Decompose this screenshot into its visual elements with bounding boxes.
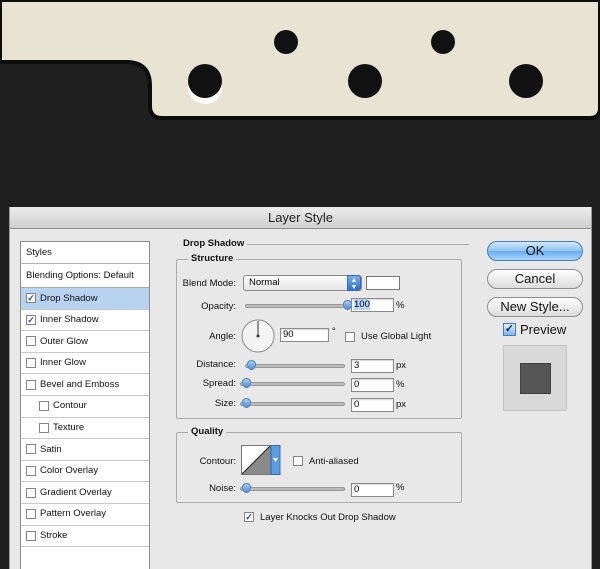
- styles-list-item[interactable]: Pattern Overlay: [21, 504, 149, 526]
- blend-mode-value: Normal: [249, 277, 280, 288]
- styles-list-item[interactable]: Bevel and Emboss: [21, 374, 149, 396]
- spread-unit: %: [396, 379, 405, 390]
- style-preview: [503, 345, 567, 411]
- anti-aliased-label: Anti-aliased: [309, 456, 359, 467]
- styles-list-item[interactable]: Color Overlay: [21, 461, 149, 483]
- distance-input[interactable]: 3: [351, 359, 394, 373]
- noise-label: Noise:: [209, 483, 236, 494]
- style-checkbox[interactable]: [26, 358, 36, 369]
- section-title: Drop Shadow: [183, 238, 248, 249]
- angle-dial-icon[interactable]: [240, 318, 276, 354]
- styles-list: Styles Blending Options: Default Drop Sh…: [20, 241, 150, 569]
- ok-button[interactable]: OK: [487, 241, 583, 261]
- noise-unit: %: [396, 482, 405, 493]
- size-input[interactable]: 0: [351, 398, 394, 412]
- canvas-artwork: [0, 0, 600, 210]
- shadow-color-swatch[interactable]: [366, 276, 400, 290]
- preview-label: Preview: [520, 322, 567, 337]
- distance-label: Distance:: [196, 359, 236, 370]
- opacity-label: Opacity:: [201, 301, 236, 312]
- size-label: Size:: [214, 398, 236, 409]
- structure-title: Structure: [188, 253, 237, 264]
- opacity-unit: %: [396, 300, 405, 311]
- use-global-light-label: Use Global Light: [361, 331, 432, 342]
- use-global-light-checkbox[interactable]: [345, 332, 355, 342]
- anti-aliased-checkbox[interactable]: [293, 456, 303, 466]
- size-slider[interactable]: [240, 398, 345, 408]
- preview-checkbox[interactable]: ✓: [503, 323, 516, 336]
- punch-hole: [431, 30, 455, 54]
- style-checkbox[interactable]: [26, 336, 36, 347]
- cancel-button[interactable]: Cancel: [487, 269, 583, 289]
- layer-knocks-out-label: Layer Knocks Out Drop Shadow: [260, 512, 396, 523]
- dialog-title: Layer Style: [10, 207, 591, 229]
- spread-input[interactable]: 0: [351, 378, 394, 392]
- blend-mode-label: Blend Mode:: [182, 278, 236, 289]
- punch-hole: [188, 64, 222, 98]
- style-checkbox[interactable]: [26, 509, 36, 520]
- punch-hole: [509, 64, 543, 98]
- blend-mode-select[interactable]: Normal ▲ ▼: [243, 275, 362, 291]
- punch-hole: [348, 64, 382, 98]
- new-style-button[interactable]: New Style...: [487, 297, 583, 317]
- style-checkbox[interactable]: [26, 314, 36, 325]
- spread-slider[interactable]: [240, 378, 345, 388]
- style-label: Inner Shadow: [40, 314, 99, 326]
- angle-label: Angle:: [209, 331, 236, 342]
- layer-knocks-out-checkbox[interactable]: [244, 512, 254, 522]
- styles-list-item[interactable]: Contour: [21, 396, 149, 418]
- style-checkbox[interactable]: [26, 293, 36, 304]
- blending-options-item[interactable]: Blending Options: Default: [21, 264, 149, 288]
- contour-label: Contour:: [199, 456, 236, 467]
- styles-list-item[interactable]: Outer Glow: [21, 331, 149, 353]
- style-label: Satin: [40, 443, 62, 455]
- styles-list-item[interactable]: Drop Shadow: [21, 288, 149, 310]
- styles-list-item[interactable]: Texture: [21, 418, 149, 440]
- style-label: Gradient Overlay: [40, 486, 112, 498]
- style-label: Color Overlay: [40, 465, 99, 477]
- style-checkbox[interactable]: [26, 487, 36, 498]
- distance-slider[interactable]: [245, 360, 345, 370]
- style-label: Bevel and Emboss: [40, 378, 120, 390]
- styles-list-item[interactable]: Inner Shadow: [21, 310, 149, 332]
- updown-arrows-icon: ▲ ▼: [347, 275, 361, 291]
- section-rule: [247, 244, 469, 245]
- punch-hole: [274, 30, 298, 54]
- style-label: Inner Glow: [40, 357, 86, 369]
- styles-header[interactable]: Styles: [21, 242, 149, 264]
- styles-list-item[interactable]: Gradient Overlay: [21, 482, 149, 504]
- opacity-slider[interactable]: [245, 300, 352, 310]
- angle-input[interactable]: 90: [280, 328, 329, 342]
- style-label: Stroke: [40, 530, 68, 542]
- style-label: Texture: [53, 422, 85, 434]
- spread-label: Spread:: [202, 378, 236, 389]
- noise-input[interactable]: 0: [351, 483, 394, 497]
- opacity-input[interactable]: 100: [351, 298, 394, 312]
- style-checkbox[interactable]: [39, 422, 49, 433]
- styles-list-item[interactable]: Satin: [21, 439, 149, 461]
- style-label: Contour: [53, 400, 87, 412]
- style-checkbox[interactable]: [26, 530, 36, 541]
- size-unit: px: [396, 399, 407, 410]
- contour-curve-icon[interactable]: [241, 445, 281, 475]
- style-checkbox[interactable]: [26, 379, 36, 390]
- style-label: Drop Shadow: [40, 292, 98, 304]
- quality-title: Quality: [188, 426, 227, 437]
- noise-slider[interactable]: [240, 483, 345, 493]
- styles-list-item[interactable]: Inner Glow: [21, 353, 149, 375]
- style-label: Outer Glow: [40, 335, 89, 347]
- preview-swatch: [520, 363, 551, 394]
- distance-unit: px: [396, 360, 407, 371]
- degree-unit: °: [332, 326, 336, 337]
- layer-style-dialog: Layer Style Styles Blending Options: Def…: [9, 207, 592, 569]
- style-checkbox[interactable]: [26, 466, 36, 477]
- styles-list-item[interactable]: Stroke: [21, 526, 149, 548]
- style-checkbox[interactable]: [26, 444, 36, 455]
- style-checkbox[interactable]: [39, 401, 49, 412]
- style-label: Pattern Overlay: [40, 508, 106, 520]
